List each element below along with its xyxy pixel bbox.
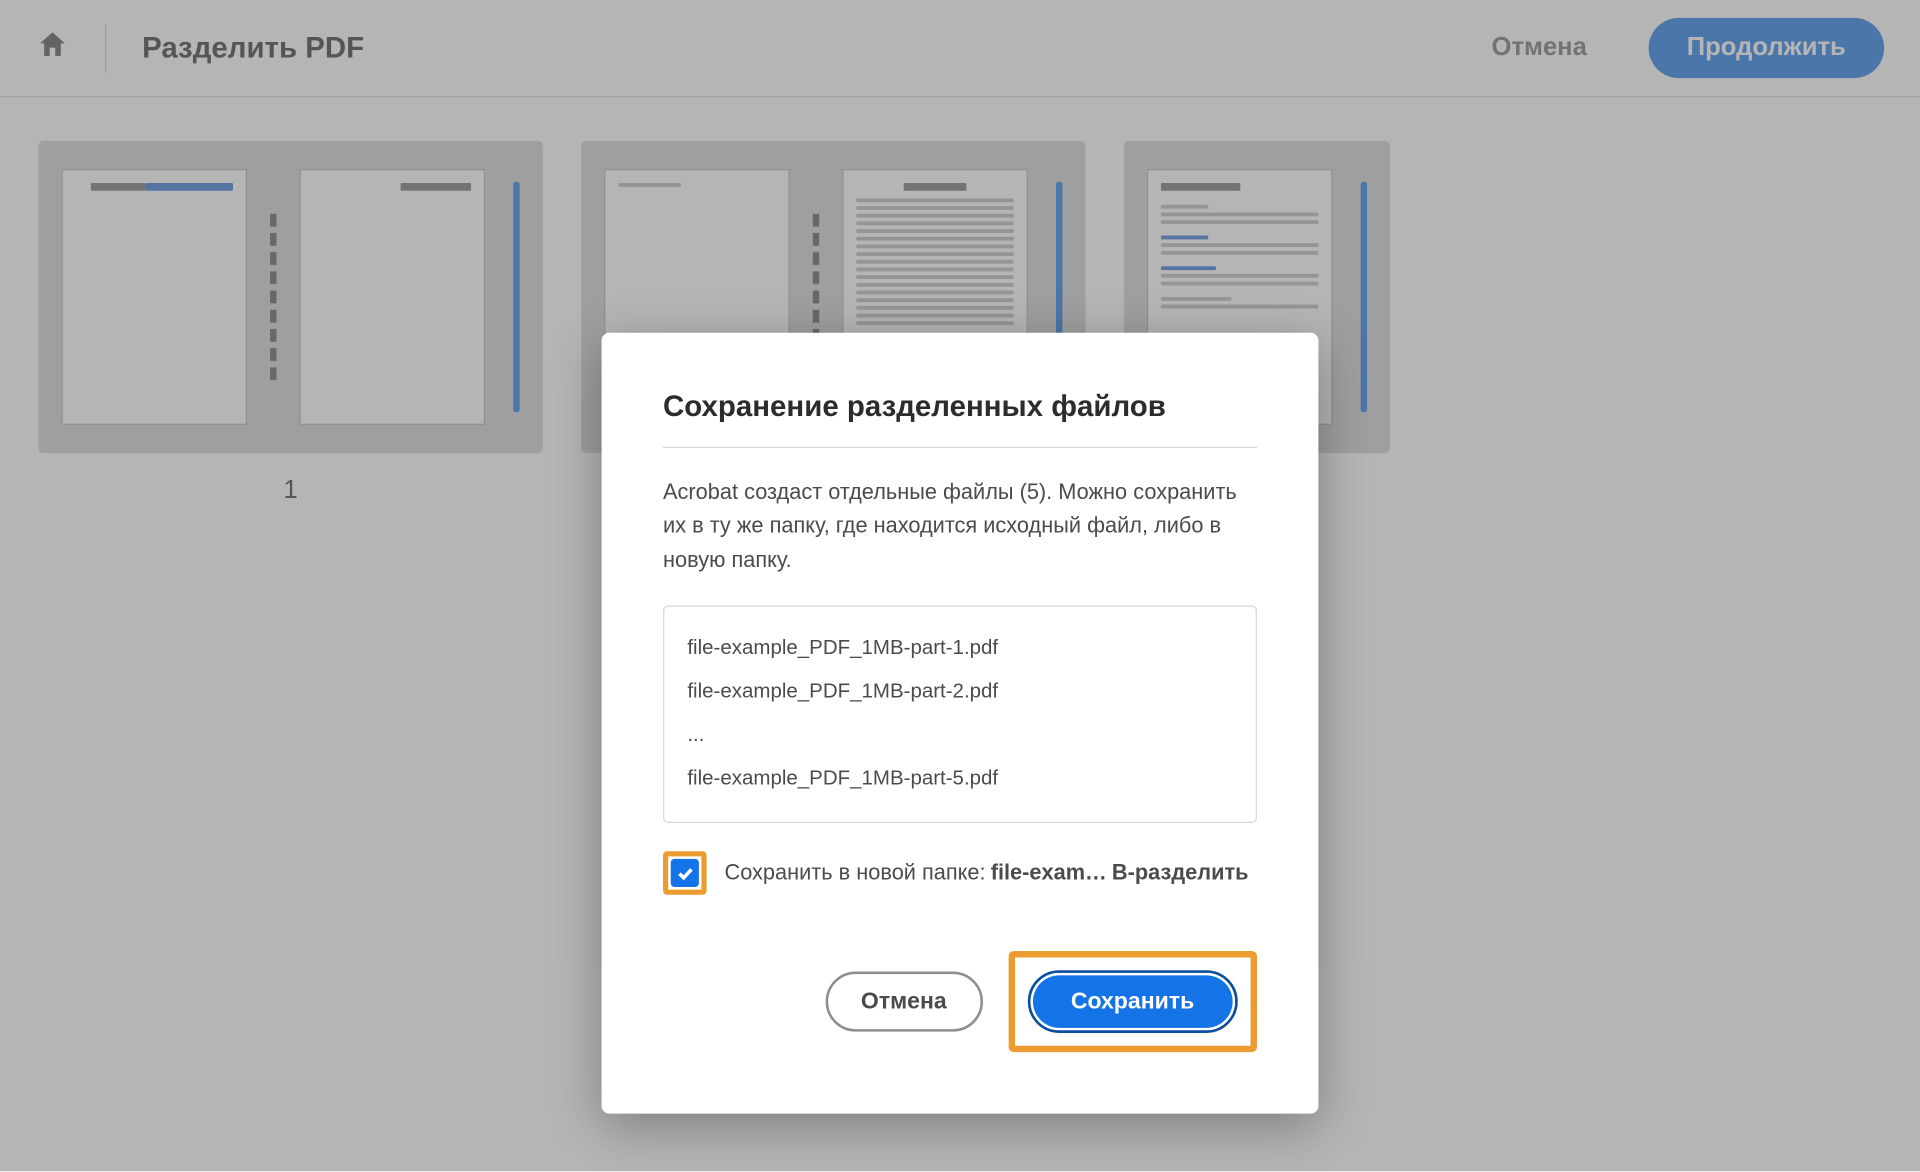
tutorial-highlight xyxy=(663,851,707,895)
checkbox-label: Сохранить в новой папке: file-exam… B-ра… xyxy=(724,860,1248,886)
file-item: ... xyxy=(687,714,1232,758)
file-item: file-example_PDF_1MB-part-2.pdf xyxy=(687,671,1232,715)
save-new-folder-checkbox[interactable] xyxy=(671,859,699,887)
checkbox-folder-name: file-exam… xyxy=(991,860,1107,886)
checkbox-label-prefix: Сохранить в новой папке: xyxy=(724,860,985,886)
dialog-save-button[interactable]: Сохранить xyxy=(1027,970,1237,1033)
file-item: file-example_PDF_1MB-part-1.pdf xyxy=(687,627,1232,671)
save-new-folder-row: Сохранить в новой папке: file-exam… B-ра… xyxy=(663,851,1257,895)
save-dialog: Сохранение разделенных файлов Acrobat со… xyxy=(602,333,1319,1114)
checkbox-folder-suffix: B-разделить xyxy=(1112,860,1249,886)
dialog-message: Acrobat создаст отдельные файлы (5). Мож… xyxy=(663,476,1257,577)
file-list: file-example_PDF_1MB-part-1.pdf file-exa… xyxy=(663,605,1257,823)
dialog-cancel-button[interactable]: Отмена xyxy=(825,972,982,1032)
dialog-title: Сохранение разделенных файлов xyxy=(663,389,1257,448)
modal-overlay: Сохранение разделенных файлов Acrobat со… xyxy=(0,0,1920,1171)
file-item: file-example_PDF_1MB-part-5.pdf xyxy=(687,758,1232,802)
tutorial-highlight: Сохранить xyxy=(1008,951,1257,1052)
dialog-actions: Отмена Сохранить xyxy=(663,951,1257,1052)
